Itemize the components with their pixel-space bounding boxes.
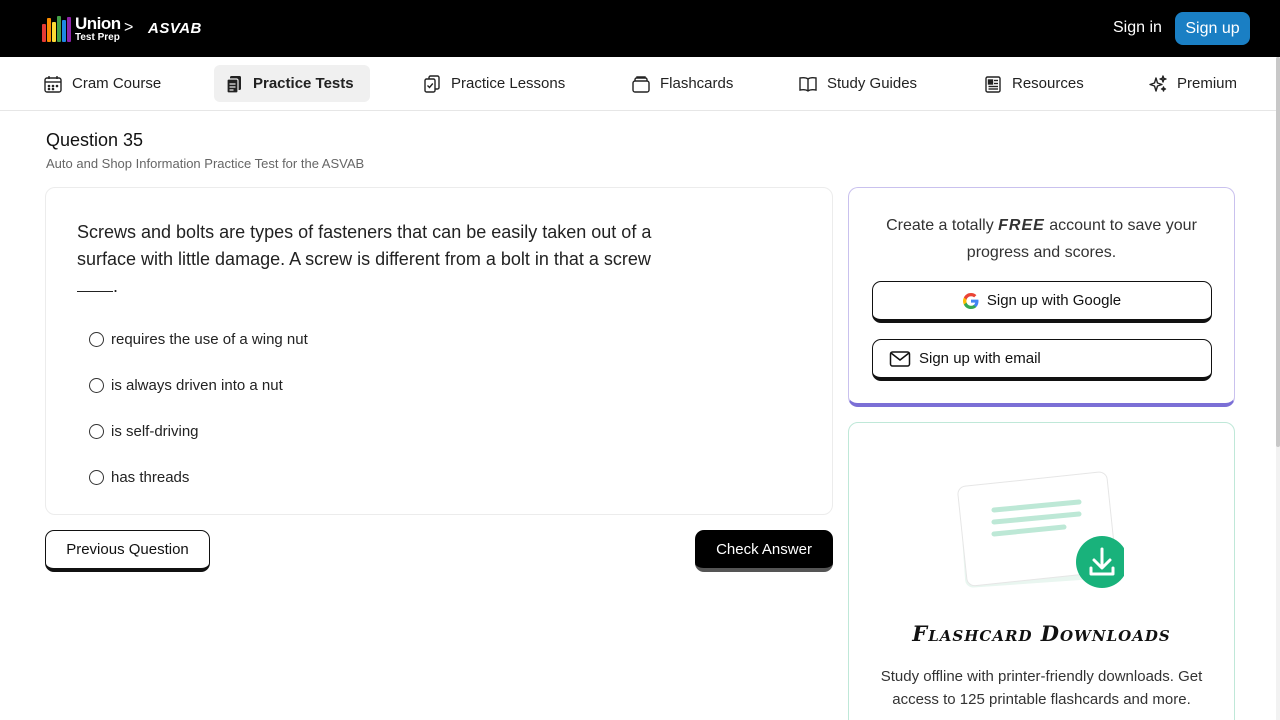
check-answer-button[interactable]: Check Answer [695,530,833,572]
newspaper-icon [985,75,1001,93]
flashcard-download-illustration-icon [957,471,1124,588]
sign-up-button[interactable]: Sign up [1175,12,1250,45]
question-end-punctuation: . [113,276,119,296]
previous-question-button[interactable]: Previous Question [45,530,210,572]
sign-in-link[interactable]: Sign in [1113,19,1162,37]
option-label: is self-driving [111,422,199,440]
logo-bars-icon [42,16,71,42]
answer-blank [77,276,113,292]
signup-text-part: Create a totally [886,217,999,234]
radio-button[interactable] [89,377,104,393]
nav-item-premium[interactable]: Premium [1138,65,1247,102]
flashcard-downloads-card: Flashcard Downloads Study offline with p… [848,422,1235,720]
radio-button[interactable] [89,469,104,485]
top-bar: Union Test Prep > ASVAB Sign in Sign up [0,0,1280,57]
flashcard-downloads-title: Flashcard Downloads [912,621,1171,646]
google-button-label: Sign up with Google [986,292,1122,309]
open-book-icon [799,76,817,92]
nav-item-practice-lessons[interactable]: Practice Lessons [412,65,575,102]
option-label: requires the use of a wing nut [111,330,308,348]
logo-text-line2: Test Prep [75,32,120,43]
union-test-prep-logo[interactable]: Union Test Prep [42,15,121,43]
answer-option[interactable]: has threads [89,466,308,488]
main-nav: Cram Course Practice Tests Practice Less… [0,57,1276,111]
breadcrumb-separator-icon: > [124,19,134,36]
documents-icon [226,75,241,94]
answer-option[interactable]: is always driven into a nut [89,374,308,396]
question-card: Screws and bolts are types of fasteners … [45,187,833,515]
sign-up-with-email-button[interactable]: Sign up with email [872,339,1212,381]
nav-item-cram-course[interactable]: Cram Course [33,65,171,102]
nav-label: Flashcards [660,75,734,92]
scrollbar-thumb[interactable] [1276,57,1280,447]
clipboard-check-icon [424,74,440,93]
question-stem: Screws and bolts are types of fasteners … [77,222,652,269]
nav-item-study-guides[interactable]: Study Guides [788,65,927,102]
nav-item-practice-tests[interactable]: Practice Tests [214,65,370,102]
signup-card: Create a totally FREE account to save yo… [848,187,1235,407]
nav-item-resources[interactable]: Resources [973,65,1094,102]
answer-option[interactable]: requires the use of a wing nut [89,328,308,350]
signup-card-text: Create a totally FREE account to save yo… [869,212,1214,266]
question-subtitle: Auto and Shop Information Practice Test … [46,156,365,171]
sparkles-icon [1149,74,1167,92]
breadcrumb-asvab[interactable]: ASVAB [148,20,202,37]
google-icon [962,292,979,309]
sign-up-with-google-button[interactable]: Sign up with Google [872,281,1212,323]
answer-option[interactable]: is self-driving [89,420,308,442]
answer-options: requires the use of a wing nut is always… [89,328,308,512]
radio-button[interactable] [89,331,104,347]
nav-item-flashcards[interactable]: Flashcards [621,65,743,102]
option-label: has threads [111,468,190,486]
signup-text-free: FREE [998,217,1045,234]
card-stack-icon [632,75,650,93]
logo-text-line1: Union [75,14,121,33]
nav-label: Study Guides [827,75,918,92]
nav-label: Cram Course [72,75,162,92]
nav-label: Practice Lessons [451,75,566,92]
mail-icon [889,350,911,367]
radio-button[interactable] [89,423,104,439]
question-text: Screws and bolts are types of fasteners … [77,219,707,300]
flashcard-downloads-text: Study offline with printer-friendly down… [880,668,1203,708]
nav-label: Resources [1012,75,1084,92]
option-label: is always driven into a nut [111,376,283,394]
question-title: Question 35 [46,130,144,150]
calendar-icon [44,75,62,93]
nav-label: Practice Tests [253,75,354,92]
email-button-label: Sign up with email [919,350,1041,367]
nav-label: Premium [1177,75,1238,92]
